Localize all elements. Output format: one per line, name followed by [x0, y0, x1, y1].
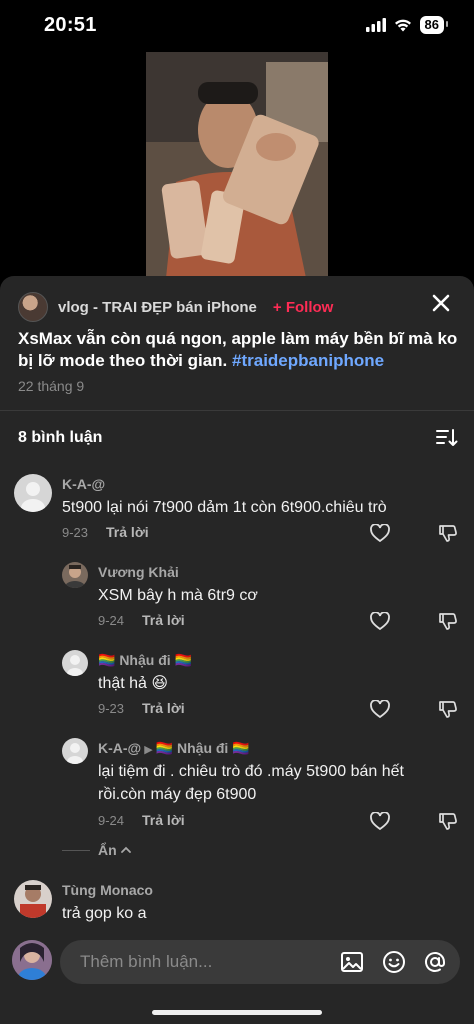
comment-date: 9-24: [98, 813, 125, 828]
signal-icon: [365, 18, 386, 32]
reply-arrow-icon: ▶: [144, 744, 153, 756]
home-indicator: [152, 1010, 322, 1015]
hide-replies-button[interactable]: Ẩn: [62, 842, 132, 858]
hide-line: [62, 849, 90, 851]
status-bar: 20:51 86: [0, 0, 474, 54]
comment-item: K-A-@ 5t900 lại nói 7t900 dảm 1t còn 6t9…: [0, 472, 474, 552]
follow-button[interactable]: + Follow: [273, 299, 333, 316]
like-icon[interactable]: [370, 700, 390, 718]
dislike-icon[interactable]: [438, 811, 458, 831]
author-name[interactable]: vlog - TRAI ĐẸP bán iPhone: [58, 299, 257, 316]
avatar[interactable]: [62, 738, 88, 764]
comment-item: Tùng Monaco trả gop ko a: [0, 878, 474, 928]
reply-item: 🏳️‍🌈 Nhậu đi 🏳️‍🌈 thật hả 😆 9-23 Trả lời: [0, 648, 474, 728]
author-avatar[interactable]: [18, 292, 48, 322]
like-icon[interactable]: [370, 612, 390, 630]
like-icon[interactable]: [370, 524, 390, 542]
battery-icon: 86: [419, 16, 449, 34]
wifi-icon: [394, 19, 411, 32]
emoji-icon[interactable]: [382, 950, 406, 974]
comment-username[interactable]: 🏳️‍🌈 Nhậu đi 🏳️‍🌈: [98, 652, 192, 669]
post-date: 22 tháng 9: [18, 378, 85, 394]
reply-button[interactable]: Trả lời: [142, 700, 185, 716]
comment-text: thật hả 😆: [98, 675, 169, 692]
image-icon[interactable]: [340, 950, 364, 974]
reply-item: K-A-@ ▶ 🏳️‍🌈 Nhậu đi 🏳️‍🌈 lại tiệm đi . ch…: [0, 736, 474, 836]
avatar[interactable]: [14, 474, 52, 512]
mention-icon[interactable]: [423, 950, 447, 974]
comment-date: 9-24: [98, 613, 125, 628]
comment-input-placeholder: Thêm bình luận...: [80, 952, 213, 971]
reply-item: Vương Khải XSM bây h mà 6tr9 cơ 9-24 Trả …: [0, 560, 474, 640]
dislike-icon[interactable]: [438, 523, 458, 543]
avatar[interactable]: [62, 650, 88, 676]
comment-meta: 9-24 Trả lời: [98, 612, 185, 628]
comment-username[interactable]: K-A-@: [98, 740, 141, 756]
reply-button[interactable]: Trả lời: [142, 612, 185, 628]
reply-button[interactable]: Trả lời: [142, 812, 185, 828]
comment-sheet: vlog - TRAI ĐẸP bán iPhone + Follow XsMa…: [0, 276, 474, 1024]
comment-text: lại tiệm đi . chiêu trò đó .máy 5t900 bá…: [98, 763, 404, 803]
comment-date: 9-23: [98, 701, 125, 716]
caption-hashtag[interactable]: #traidepbaniphone: [232, 351, 384, 370]
hide-label: Ẩn: [98, 842, 117, 858]
reply-button[interactable]: Trả lời: [106, 524, 149, 540]
comment-meta: 9-23 Trả lời: [98, 700, 185, 716]
chevron-up-icon: [120, 846, 131, 853]
close-icon[interactable]: [430, 292, 452, 314]
status-time: 20:51: [44, 14, 97, 36]
video-thumbnail[interactable]: [146, 52, 328, 278]
comment-username-row: K-A-@ ▶ 🏳️‍🌈 Nhậu đi 🏳️‍🌈: [98, 740, 250, 757]
dislike-icon[interactable]: [438, 611, 458, 631]
current-user-avatar: [12, 940, 52, 980]
comment-username[interactable]: Tùng Monaco: [62, 882, 153, 898]
like-icon[interactable]: [370, 812, 390, 830]
comment-text: XSM bây h mà 6tr9 cơ: [98, 587, 258, 604]
avatar[interactable]: [14, 880, 52, 918]
status-icons: 86: [365, 16, 449, 34]
post-caption: XsMax vẫn còn quá ngon, apple làm máy bề…: [18, 328, 458, 372]
avatar[interactable]: [62, 562, 88, 588]
comment-date: 9-23: [62, 525, 89, 540]
sort-icon[interactable]: [436, 428, 458, 448]
comment-meta: 9-23 Trả lời: [62, 524, 149, 540]
comment-meta: 9-24 Trả lời: [98, 812, 185, 828]
comment-username[interactable]: Vương Khải: [98, 564, 179, 580]
divider: [0, 410, 474, 411]
comment-username[interactable]: K-A-@: [62, 476, 105, 492]
comments-header: 8 bình luận: [18, 428, 458, 448]
dislike-icon[interactable]: [438, 699, 458, 719]
comment-text: 5t900 lại nói 7t900 dảm 1t còn 6t900.chi…: [62, 499, 387, 516]
comment-count: 8 bình luận: [18, 429, 103, 446]
comment-input[interactable]: Thêm bình luận...: [60, 940, 460, 984]
comment-text: trả gop ko a: [62, 905, 147, 922]
reply-to-username[interactable]: 🏳️‍🌈 Nhậu đi 🏳️‍🌈: [156, 740, 250, 756]
post-author-row: vlog - TRAI ĐẸP bán iPhone + Follow: [18, 292, 333, 322]
